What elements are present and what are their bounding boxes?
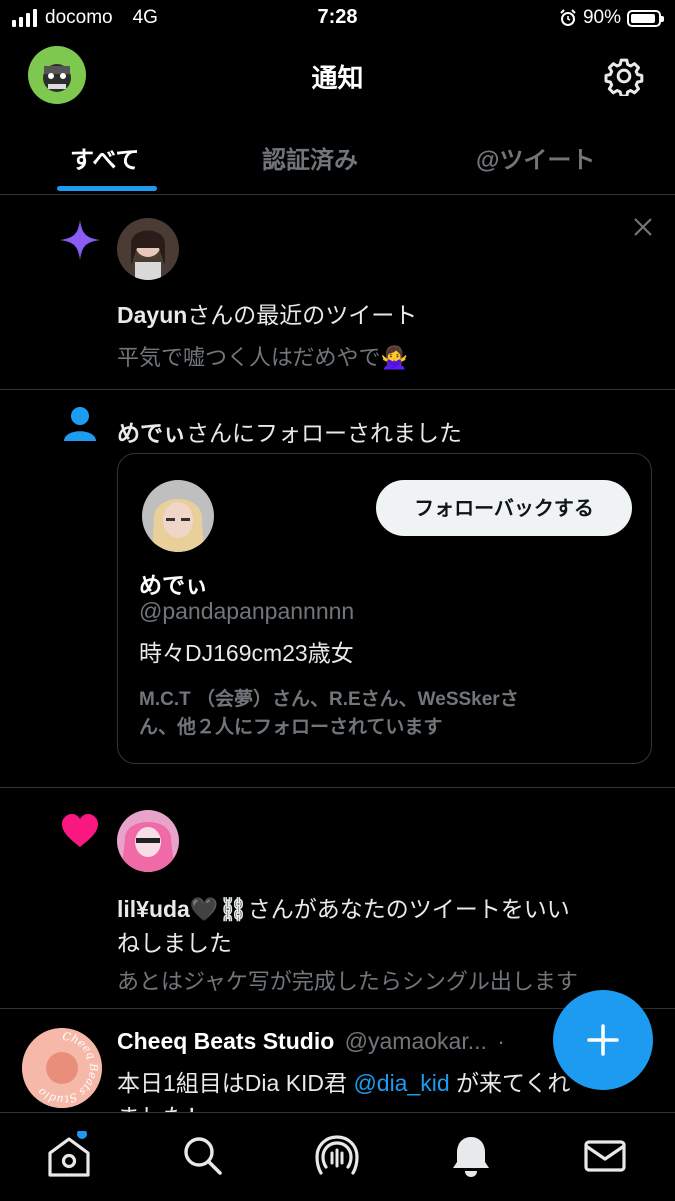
search-icon — [184, 1137, 222, 1175]
bell-icon — [453, 1137, 489, 1177]
tab-verified[interactable]: 認証済み — [262, 140, 358, 175]
nav-spaces[interactable] — [312, 1131, 362, 1181]
tab-all[interactable]: すべて — [70, 140, 139, 175]
tweet-text: が来てくれ — [449, 1070, 571, 1096]
followed-by-line: M.C.T （会夢）さん、R.Eさん、WeSSkerさ — [139, 689, 519, 710]
tweet-author-name[interactable]: Cheeq Beats Studio — [117, 1028, 334, 1054]
follow-text-rest: さんにフォローされました — [186, 420, 462, 446]
compose-tweet-button[interactable] — [553, 990, 653, 1090]
card-user-name[interactable]: めでぃ — [139, 566, 208, 600]
avatar[interactable] — [117, 218, 179, 280]
nav-search[interactable] — [178, 1131, 228, 1181]
tweet-header: Cheeq Beats Studio @yamaokar... · — [117, 1028, 505, 1055]
tab-mentions[interactable]: @ツイート — [476, 140, 595, 175]
card-followed-by: M.C.T （会夢）さん、R.Eさん、WeSSkerさ ん、他２人にフォローされ… — [139, 686, 519, 742]
close-icon[interactable] — [632, 216, 654, 238]
nav-messages[interactable] — [580, 1131, 630, 1181]
nav-home[interactable] — [44, 1129, 94, 1181]
battery-icon — [627, 9, 664, 27]
plus-icon — [587, 1024, 619, 1056]
like-text-rest: さんがあなたのツイートをいい — [247, 896, 570, 922]
gear-icon[interactable] — [604, 56, 644, 96]
card-user-handle[interactable]: @pandapanpannnnn — [139, 598, 354, 625]
like-user[interactable]: lil¥uda🖤⛓ — [117, 896, 248, 922]
person-icon — [64, 407, 96, 441]
liked-tweet-text[interactable]: あとはジャケ写が完成したらシングル出します — [117, 964, 578, 996]
recent-tweet-title: Dayunさんの最近のツイート — [117, 296, 417, 330]
home-icon — [48, 1129, 90, 1177]
recent-tweet-user[interactable]: Dayun — [117, 302, 187, 328]
status-bar: docomo 4G 7:28 90% — [0, 0, 675, 38]
sparkle-icon — [60, 220, 100, 260]
tweet-mention-link[interactable]: @dia_kid — [353, 1070, 449, 1096]
tab-bar: すべて 認証済み @ツイート — [0, 130, 675, 195]
mail-icon — [584, 1140, 626, 1172]
like-text-line: lil¥uda🖤⛓さんがあなたのツイートをいい — [117, 892, 570, 926]
follow-back-button[interactable]: フォローバックする — [376, 480, 632, 536]
spaces-icon — [315, 1135, 359, 1175]
battery-percent: 90% — [582, 7, 621, 28]
like-text: lil¥uda🖤⛓さんがあなたのツイートをいい ねしました — [117, 892, 570, 960]
like-text-line: ねしました — [117, 930, 232, 956]
tweet-text-line: 本日1組目はDia KID君 @dia_kid が来てくれ — [117, 1066, 570, 1100]
recent-tweet-body[interactable]: 平気で嘘つく人はだめやで🙅‍♀️ — [117, 340, 408, 372]
tab-active-indicator — [57, 186, 157, 191]
follow-user[interactable]: めでぃ — [117, 420, 186, 446]
avatar[interactable] — [142, 480, 214, 552]
status-right: 90% — [559, 7, 664, 29]
page-title: 通知 — [311, 63, 364, 93]
alarm-icon — [560, 9, 576, 26]
heart-icon — [62, 814, 98, 847]
tweet-separator: · — [497, 1028, 505, 1054]
avatar[interactable]: Cheeq Beats Studio — [22, 1028, 102, 1108]
divider — [0, 787, 675, 788]
followed-by-line: ん、他２人にフォローされています — [139, 717, 443, 738]
tweet-text: 本日1組目はDia KID君 — [117, 1070, 354, 1096]
divider — [0, 389, 675, 390]
bottom-nav — [0, 1112, 675, 1201]
nav-notifications[interactable] — [446, 1131, 496, 1181]
follow-text: めでぃさんにフォローされました — [117, 414, 462, 448]
tweet-author-handle[interactable]: @yamaokar... — [345, 1028, 487, 1054]
avatar[interactable] — [117, 810, 179, 872]
card-user-bio: 時々DJ169cm23歳女 — [139, 640, 354, 666]
recent-tweet-title-rest: さんの最近のツイート — [187, 302, 418, 328]
